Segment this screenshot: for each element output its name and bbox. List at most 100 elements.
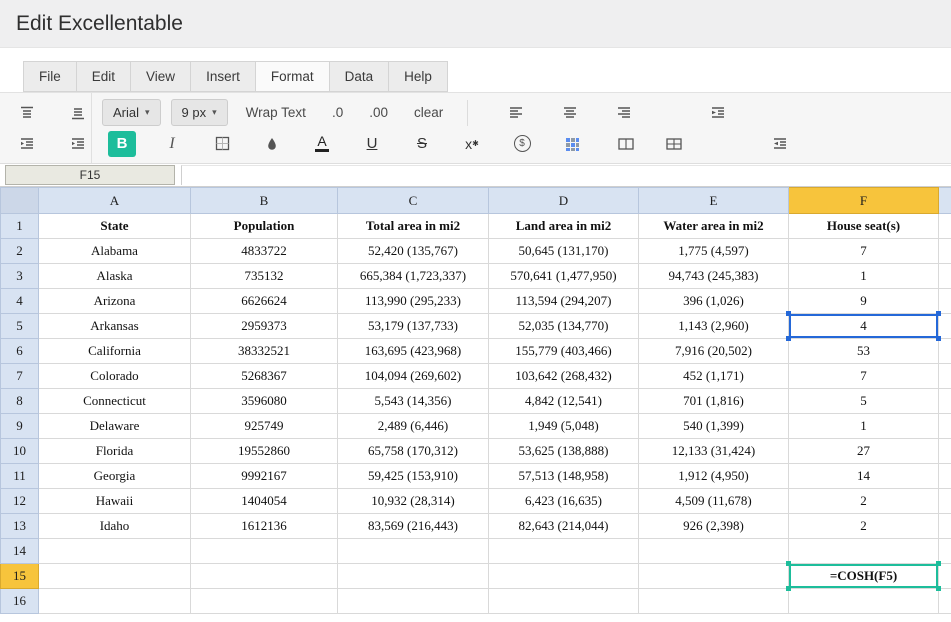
cell-C4[interactable]: 113,990 (295,233) xyxy=(337,288,489,314)
column-header-C[interactable]: C xyxy=(337,187,489,214)
underline-button[interactable]: U xyxy=(358,131,386,157)
italic-button[interactable]: I xyxy=(158,131,186,157)
cell-C2[interactable]: 52,420 (135,767) xyxy=(337,238,489,264)
decrease-decimal-button[interactable]: .0 xyxy=(324,105,351,120)
text-indent-icon[interactable] xyxy=(704,100,732,126)
selection-handle[interactable] xyxy=(936,311,941,316)
cell-F16[interactable] xyxy=(788,588,939,614)
selection-handle[interactable] xyxy=(786,561,791,566)
cell-D7[interactable]: 103,642 (268,432) xyxy=(488,363,639,389)
selection-handle[interactable] xyxy=(936,336,941,341)
cell-F3[interactable]: 1 xyxy=(788,263,939,289)
row-header-3[interactable]: 3 xyxy=(0,263,39,289)
bold-button[interactable]: B xyxy=(108,130,136,157)
cell-F12[interactable]: 2 xyxy=(788,488,939,514)
cell-E6[interactable]: 7,916 (20,502) xyxy=(638,338,789,364)
cell-A6[interactable]: California xyxy=(38,338,191,364)
cell-B7[interactable]: 5268367 xyxy=(190,363,338,389)
font-size-dropdown[interactable]: 9 px ▾ xyxy=(170,99,228,126)
cell-A2[interactable]: Alabama xyxy=(38,238,191,264)
fill-color-icon[interactable] xyxy=(258,131,286,157)
increase-decimal-button[interactable]: .00 xyxy=(361,105,396,120)
cell-B6[interactable]: 38332521 xyxy=(190,338,338,364)
selection-handle[interactable] xyxy=(786,311,791,316)
table-grid-icon[interactable] xyxy=(660,131,688,157)
selection-handle[interactable] xyxy=(786,336,791,341)
cell-C5[interactable]: 53,179 (137,733) xyxy=(337,313,489,339)
strikethrough-button[interactable]: S xyxy=(408,131,436,157)
cell-C8[interactable]: 5,543 (14,356) xyxy=(337,388,489,414)
row-header-13[interactable]: 13 xyxy=(0,513,39,539)
cell-D14[interactable] xyxy=(488,538,639,564)
cell-A3[interactable]: Alaska xyxy=(38,263,191,289)
cell-B9[interactable]: 925749 xyxy=(190,413,338,439)
cell-D2[interactable]: 50,645 (131,170) xyxy=(488,238,639,264)
cell-C9[interactable]: 2,489 (6,446) xyxy=(337,413,489,439)
row-header-11[interactable]: 11 xyxy=(0,463,39,489)
row-header-1[interactable]: 1 xyxy=(0,213,39,239)
row-header-5[interactable]: 5 xyxy=(0,313,39,339)
row-header-7[interactable]: 7 xyxy=(0,363,39,389)
cell-B3[interactable]: 735132 xyxy=(190,263,338,289)
font-family-dropdown[interactable]: Arial ▾ xyxy=(102,99,161,126)
cell-C13[interactable]: 83,569 (216,443) xyxy=(337,513,489,539)
cell-B2[interactable]: 4833722 xyxy=(190,238,338,264)
cell-D6[interactable]: 155,779 (403,466) xyxy=(488,338,639,364)
text-outdent-icon[interactable] xyxy=(766,131,794,157)
menu-tab-edit[interactable]: Edit xyxy=(75,61,132,92)
cell-B16[interactable] xyxy=(190,588,338,614)
cell-A5[interactable]: Arkansas xyxy=(38,313,191,339)
cell-A4[interactable]: Arizona xyxy=(38,288,191,314)
column-header-E[interactable]: E xyxy=(638,187,789,214)
cell-F1[interactable]: House seat(s) xyxy=(788,213,939,239)
cell-C3[interactable]: 665,384 (1,723,337) xyxy=(337,263,489,289)
align-left-icon[interactable] xyxy=(502,100,530,126)
cell-B14[interactable] xyxy=(190,538,338,564)
cell-F2[interactable]: 7 xyxy=(788,238,939,264)
wrap-text-button[interactable]: Wrap Text xyxy=(238,105,314,120)
cell-B5[interactable]: 2959373 xyxy=(190,313,338,339)
column-header-B[interactable]: B xyxy=(190,187,338,214)
align-right-icon[interactable] xyxy=(610,100,638,126)
cell-B12[interactable]: 1404054 xyxy=(190,488,338,514)
selection-handle[interactable] xyxy=(786,586,791,591)
cell-C7[interactable]: 104,094 (269,602) xyxy=(337,363,489,389)
cell-B1[interactable]: Population xyxy=(190,213,338,239)
cell-A9[interactable]: Delaware xyxy=(38,413,191,439)
indent-decrease-icon[interactable] xyxy=(14,131,41,157)
cell-B15[interactable] xyxy=(190,563,338,589)
cell-A15[interactable] xyxy=(38,563,191,589)
cell-F7[interactable]: 7 xyxy=(788,363,939,389)
cell-D16[interactable] xyxy=(488,588,639,614)
cell-D9[interactable]: 1,949 (5,048) xyxy=(488,413,639,439)
row-header-2[interactable]: 2 xyxy=(0,238,39,264)
cell-C10[interactable]: 65,758 (170,312) xyxy=(337,438,489,464)
cell-F4[interactable]: 9 xyxy=(788,288,939,314)
cell-E5[interactable]: 1,143 (2,960) xyxy=(638,313,789,339)
cell-E16[interactable] xyxy=(638,588,789,614)
cell-reference-box[interactable]: F15 xyxy=(5,165,175,185)
cell-A16[interactable] xyxy=(38,588,191,614)
cell-F15[interactable]: =COSH(F5) xyxy=(786,561,941,591)
cell-B11[interactable]: 9992167 xyxy=(190,463,338,489)
cell-A7[interactable]: Colorado xyxy=(38,363,191,389)
cell-F13[interactable]: 2 xyxy=(788,513,939,539)
cell-C11[interactable]: 59,425 (153,910) xyxy=(337,463,489,489)
menu-tab-format[interactable]: Format xyxy=(254,61,330,92)
column-header-F[interactable]: F xyxy=(788,187,939,214)
selection-handle[interactable] xyxy=(936,561,941,566)
cell-F10[interactable]: 27 xyxy=(788,438,939,464)
cell-D5[interactable]: 52,035 (134,770) xyxy=(488,313,639,339)
cell-D11[interactable]: 57,513 (148,958) xyxy=(488,463,639,489)
cell-D1[interactable]: Land area in mi2 xyxy=(488,213,639,239)
cell-B13[interactable]: 1612136 xyxy=(190,513,338,539)
column-header-A[interactable]: A xyxy=(38,187,191,214)
cell-C1[interactable]: Total area in mi2 xyxy=(337,213,489,239)
cell-C14[interactable] xyxy=(337,538,489,564)
row-header-9[interactable]: 9 xyxy=(0,413,39,439)
cell-A12[interactable]: Hawaii xyxy=(38,488,191,514)
cell-E2[interactable]: 1,775 (4,597) xyxy=(638,238,789,264)
cell-A8[interactable]: Connecticut xyxy=(38,388,191,414)
cell-D15[interactable] xyxy=(488,563,639,589)
align-bottom-icon[interactable] xyxy=(65,100,92,126)
